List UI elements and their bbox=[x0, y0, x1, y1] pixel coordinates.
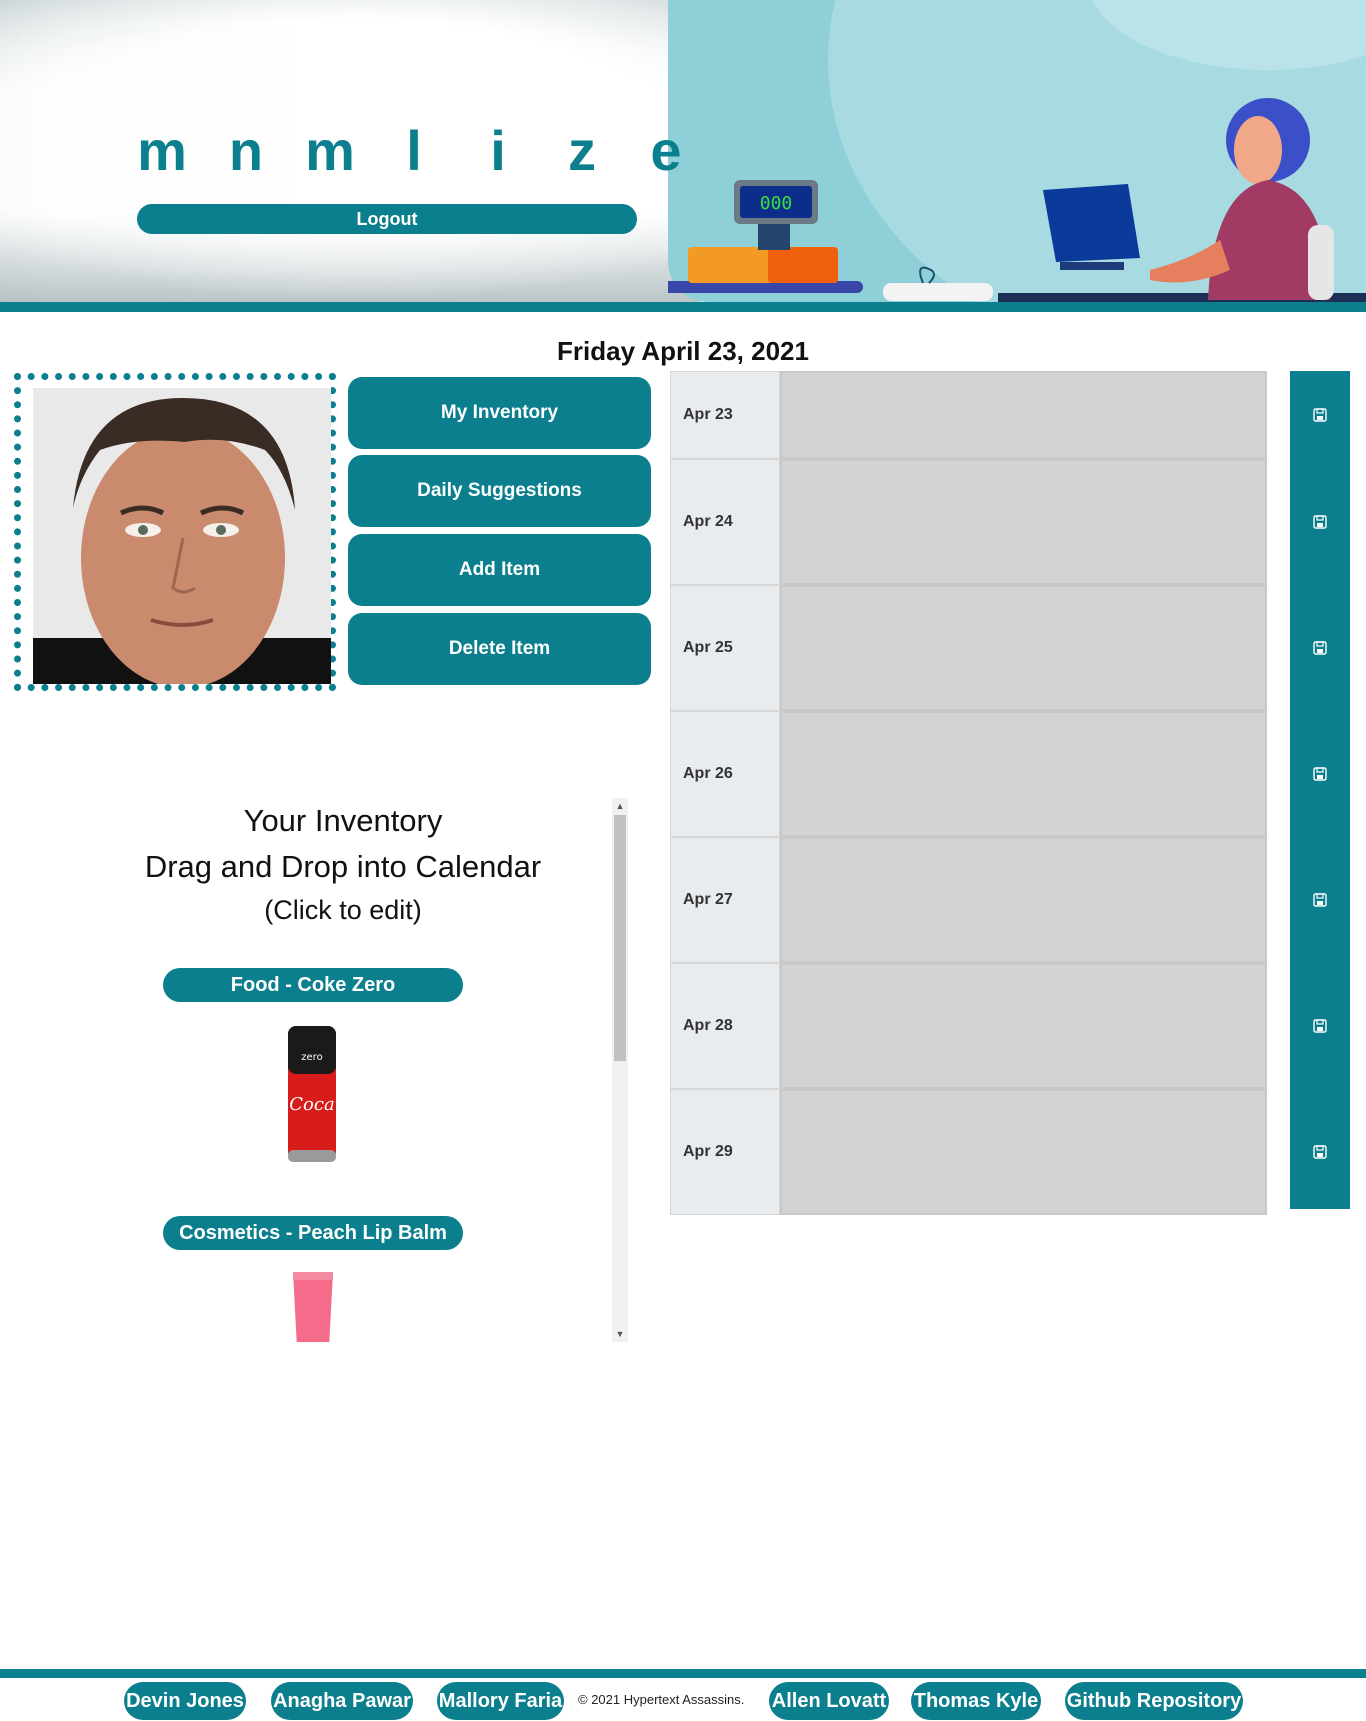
scrollbar-thumb[interactable] bbox=[614, 815, 626, 1061]
scroll-down-icon[interactable]: ▼ bbox=[612, 1326, 628, 1342]
calendar-row: Apr 24 bbox=[670, 459, 1267, 585]
svg-text:zero: zero bbox=[301, 1052, 322, 1063]
app-logo: mnmlize bbox=[120, 118, 708, 183]
inventory-scrollbar[interactable]: ▲ ▼ bbox=[612, 798, 628, 1342]
logo-letter: i bbox=[490, 119, 506, 182]
logo-letter: z bbox=[568, 119, 596, 182]
calendar-drop-slot[interactable] bbox=[780, 837, 1267, 963]
floppy-disk-icon[interactable] bbox=[1290, 585, 1350, 711]
footer-link-thomas-kyle[interactable]: Thomas Kyle bbox=[911, 1682, 1041, 1720]
delete-item-button[interactable]: Delete Item bbox=[348, 613, 651, 685]
calendar-day-label: Apr 24 bbox=[670, 459, 780, 585]
floppy-disk-icon[interactable] bbox=[1290, 459, 1350, 585]
footer-link-anagha-pawar[interactable]: Anagha Pawar bbox=[271, 1682, 413, 1720]
add-item-button[interactable]: Add Item bbox=[348, 534, 651, 606]
calendar-day-label: Apr 28 bbox=[670, 963, 780, 1089]
calendar-drop-slot[interactable] bbox=[780, 459, 1267, 585]
banner-illustration: 000 bbox=[668, 0, 1366, 302]
calendar-day-label: Apr 29 bbox=[670, 1089, 780, 1215]
header-divider bbox=[0, 302, 1366, 312]
inventory-title: Your Inventory bbox=[243, 803, 443, 838]
calendar-day-label: Apr 26 bbox=[670, 711, 780, 837]
logo-letter: e bbox=[650, 119, 682, 182]
calendar-drop-slot[interactable] bbox=[780, 1089, 1267, 1215]
calendar-row: Apr 23 bbox=[670, 371, 1267, 459]
lip-balm-image[interactable] bbox=[290, 1270, 336, 1342]
calendar-row: Apr 25 bbox=[670, 585, 1267, 711]
page-title: Friday April 23, 2021 bbox=[557, 336, 809, 366]
copyright-text: © 2021 Hypertext Assassins. bbox=[578, 1692, 745, 1707]
calendar-row: Apr 29 bbox=[670, 1089, 1267, 1215]
inventory-item-label[interactable]: Food - Coke Zero bbox=[163, 968, 463, 1002]
coke-zero-image[interactable]: zero Coca bbox=[286, 1020, 338, 1166]
floppy-disk-icon[interactable] bbox=[1290, 963, 1350, 1089]
footer-link-github-repository[interactable]: Github Repository bbox=[1065, 1682, 1243, 1720]
header-banner: 000 mnmlize Logout bbox=[0, 0, 1366, 302]
calendar-day-label: Apr 25 bbox=[670, 585, 780, 711]
floppy-disk-icon[interactable] bbox=[1290, 371, 1350, 459]
footer-link-allen-lovatt[interactable]: Allen Lovatt bbox=[769, 1682, 889, 1720]
footer-divider bbox=[0, 1669, 1366, 1678]
my-inventory-button[interactable]: My Inventory bbox=[348, 377, 651, 449]
inventory-panel[interactable]: Your Inventory Drag and Drop into Calend… bbox=[80, 798, 628, 1342]
logo-letter: l bbox=[406, 119, 422, 182]
calendar-drop-slot[interactable] bbox=[780, 585, 1267, 711]
scroll-up-icon[interactable]: ▲ bbox=[612, 798, 628, 814]
svg-text:000: 000 bbox=[760, 193, 793, 214]
profile-photo-frame bbox=[14, 373, 336, 691]
calendar-row: Apr 27 bbox=[670, 837, 1267, 963]
calendar-day-label: Apr 23 bbox=[670, 371, 780, 459]
logo-letter: m bbox=[305, 119, 355, 182]
inventory-item-label[interactable]: Cosmetics - Peach Lip Balm bbox=[163, 1216, 463, 1250]
floppy-disk-icon[interactable] bbox=[1290, 711, 1350, 837]
logout-button[interactable]: Logout bbox=[137, 204, 637, 234]
calendar-drop-slot[interactable] bbox=[780, 371, 1267, 459]
daily-suggestions-button[interactable]: Daily Suggestions bbox=[348, 455, 651, 527]
logo-letter: n bbox=[228, 119, 264, 182]
floppy-disk-icon[interactable] bbox=[1290, 1089, 1350, 1215]
calendar-drop-slot[interactable] bbox=[780, 711, 1267, 837]
calendar-row: Apr 26 bbox=[670, 711, 1267, 837]
inventory-hint: (Click to edit) bbox=[264, 895, 422, 925]
logo-letter: m bbox=[137, 119, 187, 182]
calendar-day-label: Apr 27 bbox=[670, 837, 780, 963]
footer-link-mallory-faria[interactable]: Mallory Faria bbox=[437, 1682, 564, 1720]
calendar-drop-slot[interactable] bbox=[780, 963, 1267, 1089]
footer-link-devin-jones[interactable]: Devin Jones bbox=[124, 1682, 246, 1720]
svg-text:Coca: Coca bbox=[289, 1094, 334, 1115]
profile-photo[interactable] bbox=[33, 388, 331, 684]
floppy-disk-icon[interactable] bbox=[1290, 837, 1350, 963]
inventory-instructions: Drag and Drop into Calendar bbox=[144, 849, 542, 884]
calendar-row: Apr 28 bbox=[670, 963, 1267, 1089]
